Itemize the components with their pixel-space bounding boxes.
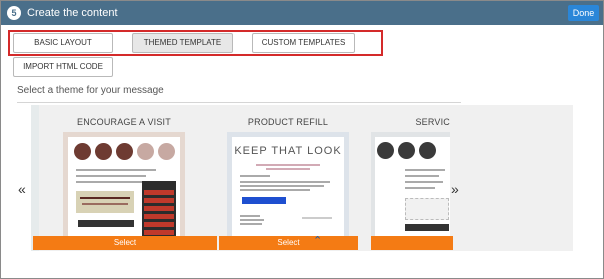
theme-card-encourage-visit[interactable]: ENCOURAGE A VISIT <box>43 105 205 251</box>
preview-offer-line <box>80 197 130 199</box>
carousel-previous-arrow-icon[interactable]: « <box>18 181 26 197</box>
preview-hours-row <box>144 206 174 211</box>
dialog-title: Create the content <box>27 7 118 19</box>
preview-text-line <box>240 219 264 221</box>
step-number-badge: 5 <box>7 6 21 20</box>
preview-text-line <box>240 181 330 183</box>
service-circle-icon <box>115 143 133 160</box>
theme-preview-thumbnail[interactable]: KEEP THAT LOOK <box>207 132 369 240</box>
theme-card-title: PRODUCT REFILL <box>247 117 329 127</box>
preview-text-line <box>240 223 262 225</box>
theme-card-service[interactable]: SERVIC <box>371 105 450 251</box>
service-circle-icon <box>419 142 436 159</box>
theme-card-title: SERVIC <box>415 117 450 127</box>
service-circle-icon <box>136 143 154 160</box>
preview-hours-row <box>144 198 174 203</box>
theme-preview-thumbnail[interactable] <box>371 132 450 240</box>
theme-card-product-refill[interactable]: PRODUCT REFILL KEEP THAT LOOK <box>207 105 369 251</box>
preview-text-line <box>240 185 324 187</box>
preview-coupon-box <box>405 198 449 220</box>
preview-hours-row <box>144 214 174 219</box>
preview-text-line <box>240 175 270 177</box>
preview-text-line <box>240 189 310 191</box>
section-divider <box>17 102 461 103</box>
preview-text-line <box>405 181 443 183</box>
scroll-up-chevron-icon[interactable]: ⌃ <box>313 234 322 247</box>
preview-offer-box <box>76 191 134 213</box>
preview-subheadline-line <box>266 168 310 170</box>
preview-service-icons <box>377 142 436 159</box>
select-encourage-visit-button[interactable]: Select <box>33 236 217 250</box>
preview-hours-row <box>144 230 174 235</box>
service-circle-icon <box>73 143 91 160</box>
tab-basic-layout[interactable]: BASIC LAYOUT <box>13 33 113 53</box>
service-circle-icon <box>377 142 394 159</box>
preview-offer-line <box>82 203 128 205</box>
preview-text-line <box>240 215 260 217</box>
preview-cta-button <box>242 197 286 204</box>
preview-text-line <box>76 181 152 183</box>
preview-footer-line <box>302 217 332 219</box>
preview-subheadline-line <box>256 164 320 166</box>
carousel-previous-card-edge <box>31 105 39 251</box>
preview-hours-row <box>144 222 174 227</box>
tab-import-html-code[interactable]: IMPORT HTML CODE <box>13 57 113 77</box>
preview-text-line <box>405 175 439 177</box>
preview-headline: KEEP THAT LOOK <box>234 145 342 157</box>
preview-book-button <box>405 224 449 231</box>
theme-card-title: ENCOURAGE A VISIT <box>77 117 171 127</box>
theme-section-label: Select a theme for your message <box>17 85 164 96</box>
select-product-refill-button[interactable]: Select <box>219 236 358 250</box>
preview-book-button <box>78 220 134 227</box>
service-circle-icon <box>157 143 175 160</box>
carousel-next-arrow-icon[interactable]: » <box>451 181 459 197</box>
preview-text-line <box>405 187 435 189</box>
service-circle-icon <box>398 142 415 159</box>
preview-email-document: KEEP THAT LOOK <box>232 137 344 240</box>
tab-themed-template[interactable]: THEMED TEMPLATE <box>132 33 233 53</box>
select-service-button[interactable] <box>371 236 453 250</box>
dialog-header: 5 Create the content Done <box>1 1 603 25</box>
done-button[interactable]: Done <box>568 5 599 21</box>
preview-email-document <box>375 137 450 240</box>
service-circle-icon <box>94 143 112 160</box>
tab-custom-templates[interactable]: CUSTOM TEMPLATES <box>252 33 355 53</box>
preview-email-document <box>68 137 180 240</box>
theme-preview-thumbnail[interactable] <box>43 132 205 240</box>
preview-service-icons <box>68 143 180 163</box>
preview-text-line <box>405 169 445 171</box>
preview-hours-row <box>144 190 174 195</box>
create-content-dialog: 5 Create the content Done BASIC LAYOUT T… <box>0 0 604 279</box>
preview-text-line <box>76 169 156 171</box>
preview-text-line <box>76 175 146 177</box>
